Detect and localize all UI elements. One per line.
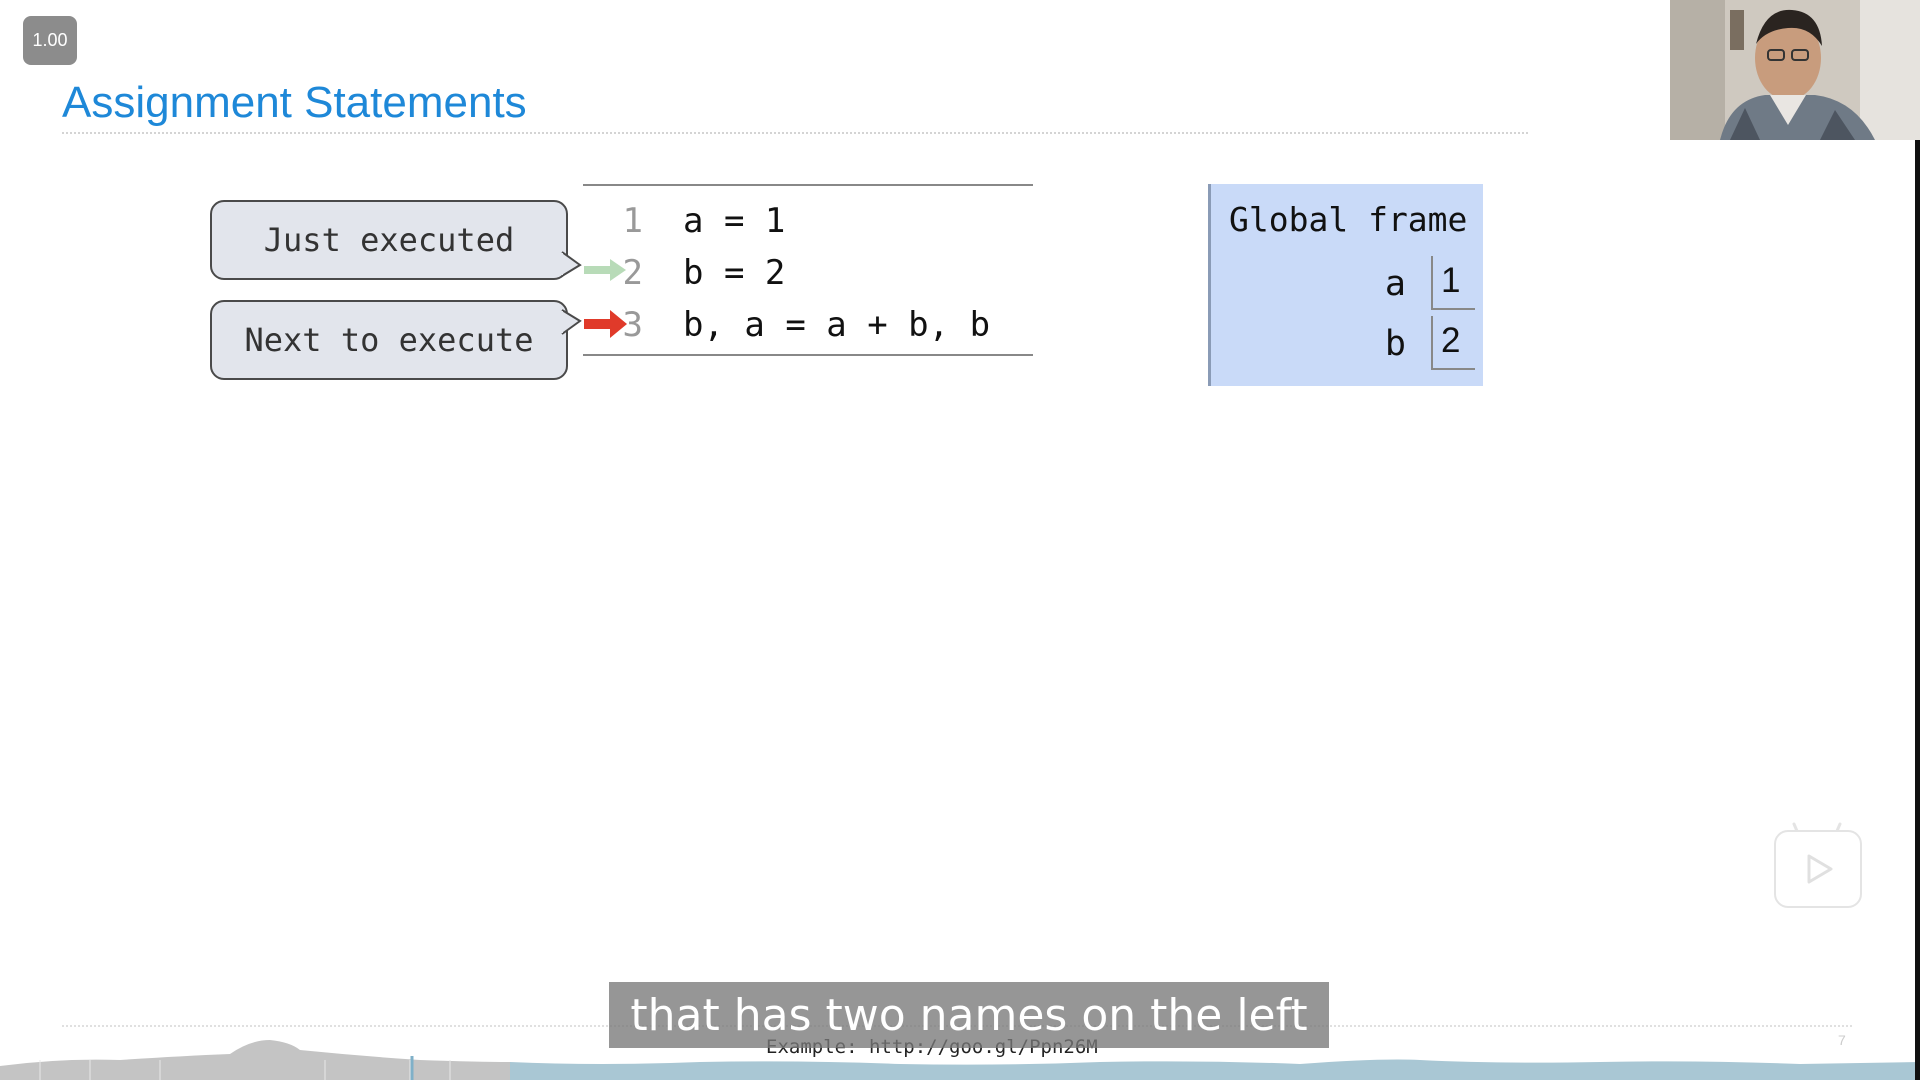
code-text: b = 2	[683, 253, 786, 293]
frame-variable-value: 1	[1431, 256, 1475, 310]
page-number: 7	[1838, 1032, 1846, 1048]
code-line: 2 b = 2	[583, 248, 1033, 298]
code-text: a = 1	[683, 201, 786, 241]
title-divider	[62, 132, 1528, 134]
code-panel: 1 a = 1 2 b = 2 3 b, a = a + b, b	[583, 184, 1033, 356]
playback-speed-badge[interactable]: 1.00	[23, 16, 77, 65]
subtitle-caption: that has two names on the left	[609, 982, 1329, 1048]
just-executed-label: Just executed	[263, 221, 515, 259]
window-edge	[1915, 140, 1920, 1080]
webcam-feed	[1670, 0, 1920, 140]
frame-variable-value: 2	[1431, 316, 1475, 370]
line-number: 3	[622, 305, 643, 345]
play-icon	[1807, 854, 1833, 884]
code-text: b, a = a + b, b	[683, 305, 991, 345]
next-to-execute-callout: Next to execute	[210, 300, 568, 380]
slide-title: Assignment Statements	[62, 78, 527, 127]
line-number: 2	[622, 253, 643, 293]
frame-variable-name: a	[1384, 264, 1406, 304]
code-line: 3 b, a = a + b, b	[583, 300, 1033, 350]
frame-title: Global frame	[1229, 200, 1468, 239]
global-frame: Global frame a 1 b 2	[1208, 184, 1483, 386]
code-line: 1 a = 1	[583, 196, 1033, 246]
frame-variable-name: b	[1384, 324, 1406, 364]
next-to-execute-label: Next to execute	[244, 321, 534, 359]
just-executed-callout: Just executed	[210, 200, 568, 280]
play-button[interactable]	[1774, 830, 1862, 908]
line-number: 1	[622, 201, 643, 241]
